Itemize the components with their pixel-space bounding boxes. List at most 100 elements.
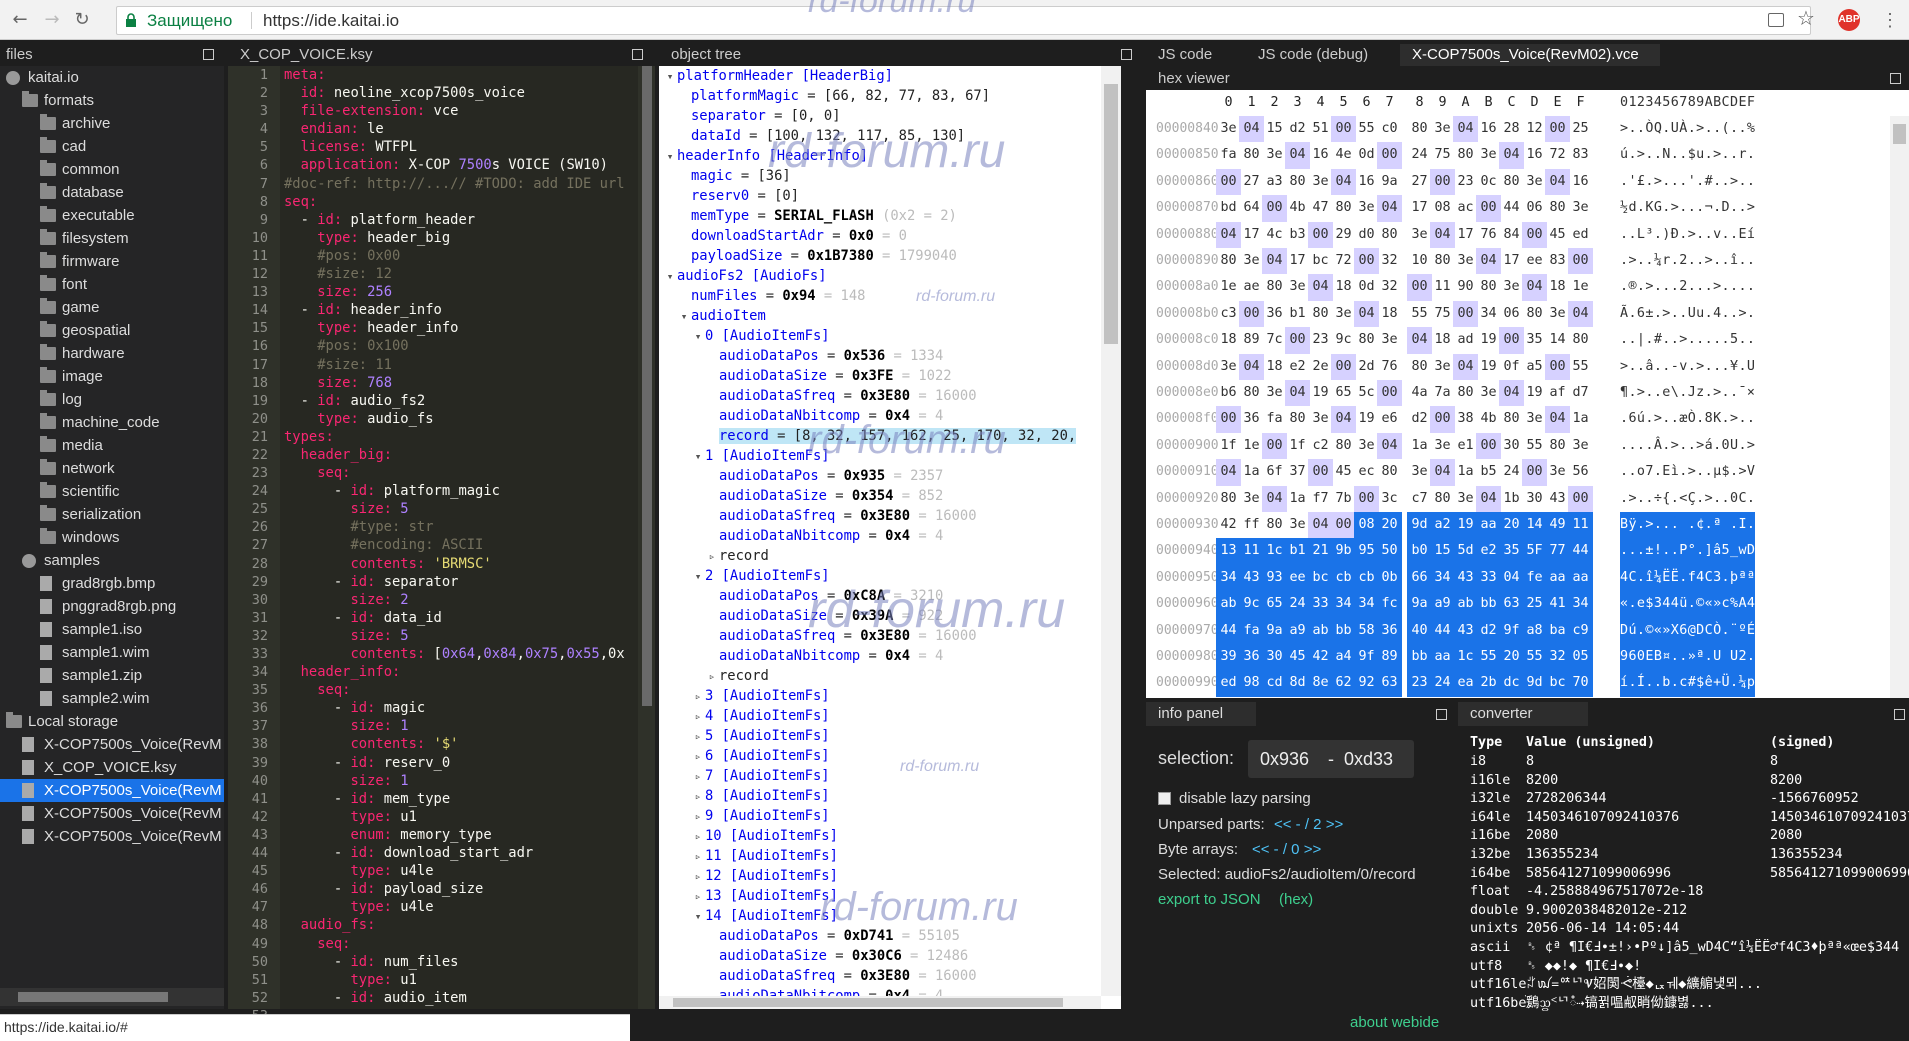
- hex-row[interactable]: 00000850 fa 80 3e 04 16 4e 0d 00 24 75 80 3e 04 16 72 83…: [1146, 142, 1890, 169]
- hex-byte[interactable]: 65: [1331, 380, 1356, 406]
- expand-caret-icon[interactable]: ▾: [691, 447, 705, 467]
- collapse-caret-icon[interactable]: ▹: [691, 767, 705, 787]
- hex-byte[interactable]: 00: [1522, 459, 1547, 486]
- hex-byte[interactable]: 00: [1216, 406, 1241, 433]
- file-tree-item[interactable]: X-COP7500s_Voice(RevM: [0, 733, 224, 756]
- tree-node[interactable]: ▹ 5 [AudioItemFs]: [659, 726, 1101, 746]
- hex-byte[interactable]: c9: [1568, 617, 1593, 644]
- hex-scrollbar[interactable]: [1890, 116, 1909, 698]
- hex-byte[interactable]: 89: [1377, 644, 1402, 671]
- lazy-parsing-checkbox[interactable]: [1158, 792, 1171, 805]
- hex-byte[interactable]: 89: [1239, 327, 1264, 353]
- tree-node[interactable]: payloadSize = 0x1B7380 = 1799040: [659, 246, 1101, 266]
- file-tree-item[interactable]: hardware: [0, 342, 224, 365]
- hex-byte[interactable]: bb: [1331, 617, 1356, 644]
- hex-byte[interactable]: 18: [1377, 301, 1402, 327]
- file-tree-item[interactable]: X-COP7500s_Voice(RevM: [0, 779, 224, 802]
- hex-byte[interactable]: 00: [1545, 116, 1570, 143]
- hex-byte[interactable]: aa: [1545, 564, 1570, 592]
- tree-node[interactable]: ▹ record: [659, 546, 1101, 566]
- hex-row[interactable]: 00000940 13 11 1c b1 21 9b 95 50 b0 15 5d e2 35 5F 77 44…: [1146, 538, 1890, 565]
- selection-range-box[interactable]: 0x936 - 0xd33: [1248, 740, 1414, 778]
- hex-byte[interactable]: e1: [1453, 433, 1478, 459]
- hex-byte[interactable]: 0f: [1499, 354, 1524, 380]
- hex-byte[interactable]: 11: [1568, 512, 1593, 539]
- hex-byte[interactable]: 04: [1216, 459, 1241, 486]
- hex-byte[interactable]: 44: [1568, 538, 1593, 565]
- expand-caret-icon[interactable]: ▾: [677, 307, 691, 327]
- hex-byte[interactable]: 80: [1499, 406, 1524, 432]
- hex-byte[interactable]: ed: [1216, 670, 1241, 697]
- hex-byte[interactable]: 9d: [1522, 670, 1547, 697]
- hex-byte[interactable]: 80: [1453, 142, 1478, 168]
- hex-byte[interactable]: 3e: [1354, 195, 1379, 221]
- hex-byte[interactable]: 36: [1377, 617, 1402, 644]
- hex-byte[interactable]: 72: [1331, 248, 1356, 274]
- hex-byte[interactable]: d2: [1285, 116, 1310, 142]
- hex-byte[interactable]: 70: [1568, 670, 1593, 697]
- hex-byte[interactable]: 00: [1522, 221, 1547, 248]
- code-area[interactable]: meta: id: neoline_xcop7500s_voice file-e…: [280, 66, 638, 1009]
- hex-byte[interactable]: 80: [1216, 486, 1241, 512]
- hex-byte[interactable]: 1a: [1285, 486, 1310, 512]
- file-tree-item[interactable]: sample2.wim: [0, 687, 224, 710]
- hex-byte[interactable]: 3e: [1377, 327, 1402, 353]
- hex-byte[interactable]: 00: [1331, 116, 1356, 143]
- hex-row[interactable]: 00000880 04 17 4c b3 00 29 d0 80 3e 04 17 76 84 00 45 ed…: [1146, 221, 1890, 248]
- hex-byte[interactable]: 47: [1308, 195, 1333, 221]
- tree-node[interactable]: ▾ audioItem: [659, 306, 1101, 326]
- hex-byte[interactable]: 21: [1308, 538, 1333, 565]
- hex-byte[interactable]: 1e: [1239, 433, 1264, 459]
- hex-byte[interactable]: 4b: [1476, 406, 1501, 432]
- hex-byte[interactable]: 04: [1430, 221, 1455, 248]
- tree-node[interactable]: audioDataSfreq = 0x3E80 = 16000: [659, 386, 1101, 406]
- hex-byte[interactable]: 90: [1453, 274, 1478, 300]
- hex-byte[interactable]: 80: [1285, 169, 1310, 195]
- hex-byte[interactable]: 25: [1522, 591, 1547, 618]
- hex-byte[interactable]: 00: [1216, 168, 1241, 196]
- hex-byte[interactable]: c3: [1216, 301, 1241, 327]
- hex-byte[interactable]: 06: [1499, 301, 1524, 327]
- hex-byte[interactable]: 43: [1239, 564, 1264, 592]
- byte-arrays-nav[interactable]: << - / 0 >>: [1252, 841, 1321, 858]
- hex-row[interactable]: 00000890 80 3e 04 17 bc 72 00 32 10 80 3e 04 17 ee 83 00…: [1146, 248, 1890, 275]
- hex-byte[interactable]: a5: [1522, 354, 1547, 380]
- hex-byte[interactable]: 18: [1331, 274, 1356, 300]
- tree-node[interactable]: audioDataNbitcomp = 0x4 = 4: [659, 526, 1101, 546]
- hex-byte[interactable]: 06: [1522, 195, 1547, 221]
- file-tree-item[interactable]: pnggrad8rgb.png: [0, 595, 224, 618]
- tree-node[interactable]: ▹ 8 [AudioItemFs]: [659, 786, 1101, 806]
- tree-node[interactable]: audioDataPos = 0xC8A = 3210: [659, 586, 1101, 606]
- hex-byte[interactable]: 04: [1453, 116, 1478, 143]
- hex-byte[interactable]: 08: [1430, 195, 1455, 221]
- hex-byte[interactable]: 24: [1407, 142, 1432, 168]
- expand-caret-icon[interactable]: ▾: [691, 327, 705, 347]
- file-tree-item[interactable]: filesystem: [0, 227, 224, 250]
- hex-byte[interactable]: 3e: [1545, 301, 1570, 327]
- tree-node[interactable]: ▾ platformHeader [HeaderBig]: [659, 66, 1101, 86]
- hex-byte[interactable]: 9a: [1377, 169, 1402, 195]
- hex-byte[interactable]: ba: [1545, 617, 1570, 644]
- collapse-caret-icon[interactable]: ▹: [705, 547, 719, 567]
- hex-byte[interactable]: 0d: [1354, 274, 1379, 300]
- hex-byte[interactable]: 1a: [1407, 433, 1432, 459]
- hex-byte[interactable]: 3e: [1354, 433, 1379, 459]
- tree-hscrollbar[interactable]: [659, 996, 1101, 1009]
- hex-byte[interactable]: 20: [1377, 512, 1402, 539]
- unparsed-nav[interactable]: << - / 2 >>: [1274, 816, 1343, 833]
- hex-byte[interactable]: 34: [1354, 591, 1379, 618]
- file-tree-item[interactable]: log: [0, 388, 224, 411]
- hex-byte[interactable]: 80: [1568, 327, 1593, 353]
- file-tree-item[interactable]: image: [0, 365, 224, 388]
- hex-byte[interactable]: 3e: [1568, 195, 1593, 221]
- tree-node[interactable]: reserv0 = [0]: [659, 186, 1101, 206]
- hex-byte[interactable]: b0: [1407, 538, 1432, 565]
- hex-byte[interactable]: 04: [1522, 274, 1547, 301]
- hex-byte[interactable]: fc: [1377, 591, 1402, 618]
- address-bar[interactable]: Защищено https://ide.kaitai.io: [116, 6, 1811, 35]
- hex-byte[interactable]: 34: [1476, 301, 1501, 327]
- hex-byte[interactable]: 04: [1285, 380, 1310, 407]
- hex-byte[interactable]: 17: [1285, 248, 1310, 274]
- collapse-caret-icon[interactable]: ▹: [691, 727, 705, 747]
- tree-node[interactable]: ▹ 10 [AudioItemFs]: [659, 826, 1101, 846]
